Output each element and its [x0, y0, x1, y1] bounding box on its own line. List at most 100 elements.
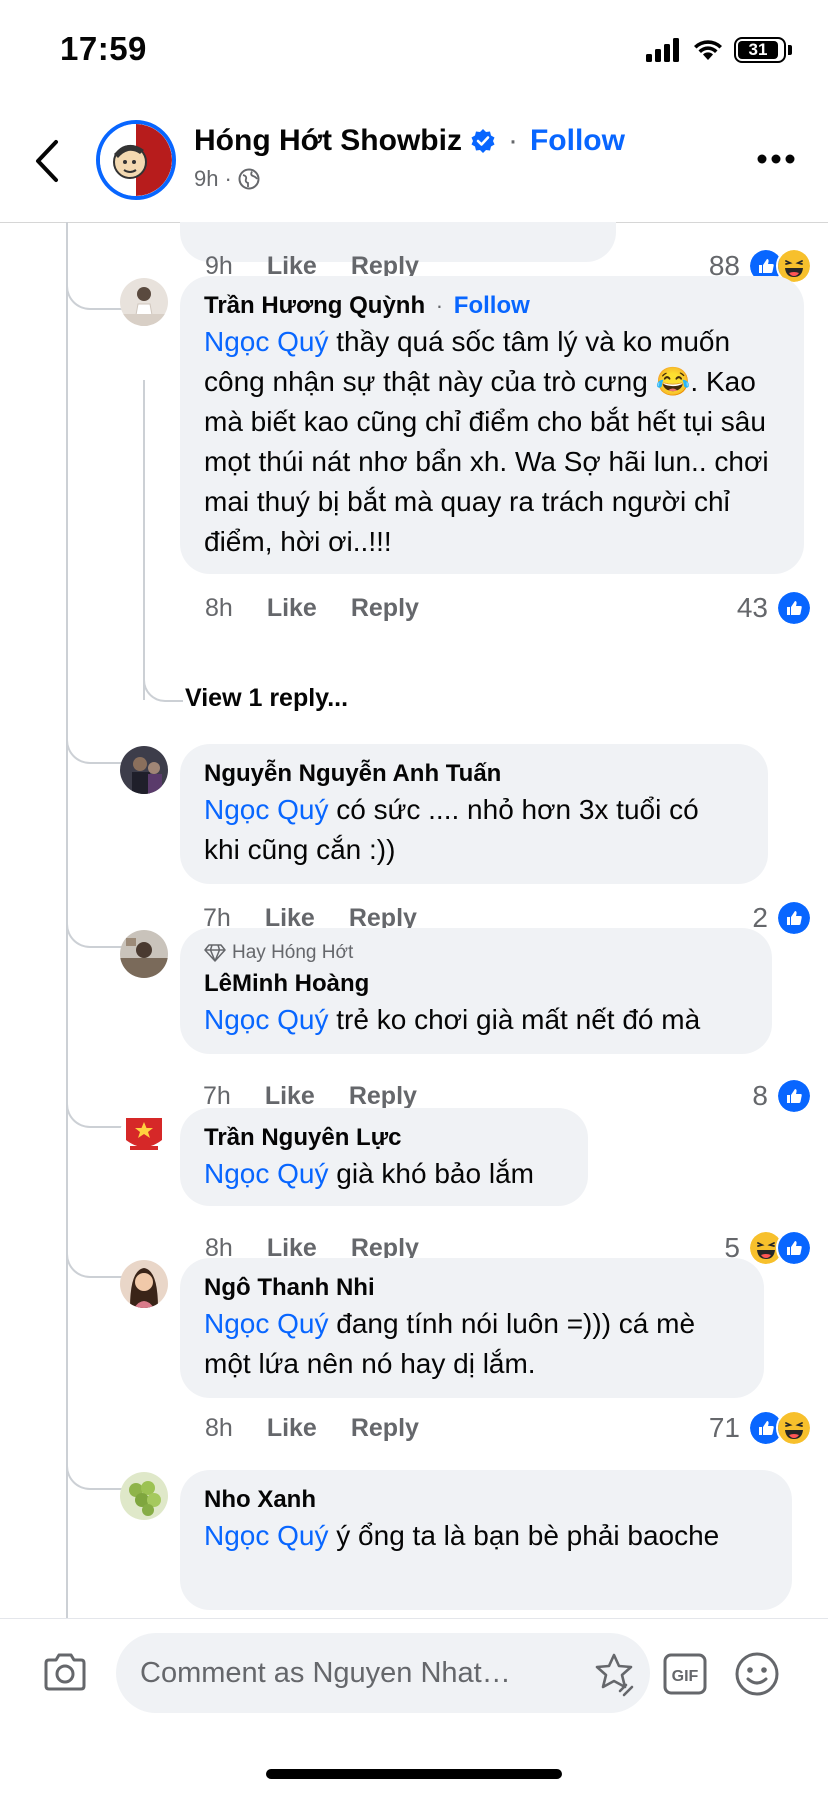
- like-button[interactable]: Like: [267, 1414, 317, 1443]
- author-name[interactable]: Ngô Thanh Nhi: [204, 1272, 738, 1304]
- comment-bubble: Nguyễn Nguyễn Anh Tuấn Ngọc Quý có sức .…: [180, 744, 768, 884]
- comment-actions: 8h Like Reply: [205, 594, 419, 623]
- comment-bubble: Ngô Thanh Nhi Ngọc Quý đang tính nói luô…: [180, 1258, 764, 1398]
- view-replies-link[interactable]: View 1 reply...: [185, 684, 348, 713]
- avatar[interactable]: [120, 1110, 168, 1158]
- comment-text: Ngọc Quý ý ổng ta là bạn bè phải baoche: [204, 1516, 766, 1556]
- avatar[interactable]: [120, 1260, 168, 1308]
- comment-bubble: Hay Hóng Hớt LêMinh Hoàng Ngọc Quý trẻ k…: [180, 928, 772, 1054]
- comment-body: thầy quá sốc tâm lý và ko muốn công nhận…: [204, 326, 769, 557]
- reaction-summary[interactable]: 71: [709, 1410, 812, 1446]
- mention-link[interactable]: Ngọc Quý: [204, 1308, 329, 1339]
- emoji-icon[interactable]: [734, 1651, 780, 1697]
- mention-link[interactable]: Ngọc Quý: [204, 1158, 329, 1189]
- verified-badge-icon: [471, 129, 495, 153]
- haha-reaction-icon: [776, 1410, 812, 1446]
- comment-bubble: Trần Nguyên Lực Ngọc Quý già khó bảo lắm: [180, 1108, 588, 1206]
- comment-actions: 7h Like Reply: [203, 1082, 417, 1111]
- mention-link[interactable]: Ngọc Quý: [204, 326, 329, 357]
- battery-icon: 31: [734, 37, 786, 63]
- mention-link[interactable]: Ngọc Quý: [204, 794, 329, 825]
- battery-level: 31: [738, 40, 778, 59]
- separator: ·: [507, 124, 518, 157]
- reply-button[interactable]: Reply: [351, 594, 419, 623]
- avatar[interactable]: [120, 278, 168, 326]
- reply-branch: [143, 660, 183, 702]
- reply-button[interactable]: Reply: [349, 1082, 417, 1111]
- comment-time[interactable]: 8h: [205, 1414, 233, 1443]
- reaction-count: 8: [752, 1080, 768, 1111]
- gif-label: GIF: [672, 1668, 699, 1685]
- mention-link[interactable]: Ngọc Quý: [204, 1004, 329, 1035]
- thread-branch: [66, 1238, 122, 1278]
- comment-author: Trần Hương Quỳnh · Follow: [204, 292, 530, 319]
- author-name[interactable]: Nguyễn Nguyễn Anh Tuấn: [204, 758, 742, 790]
- status-time: 17:59: [60, 30, 147, 67]
- avatar[interactable]: [120, 1472, 168, 1520]
- page-name[interactable]: Hóng Hớt Showbiz: [194, 124, 462, 158]
- comment-composer: GIF: [0, 1618, 828, 1793]
- like-reaction-icon: [776, 900, 812, 936]
- like-button[interactable]: Like: [267, 594, 317, 623]
- like-reaction-icon: [776, 590, 812, 626]
- reaction-count: 43: [736, 592, 768, 623]
- status-bar: 17:59 31: [0, 0, 828, 100]
- avatar[interactable]: [120, 746, 168, 794]
- comment-time[interactable]: 8h: [205, 594, 233, 623]
- diamond-icon: [204, 944, 226, 962]
- reply-button[interactable]: Reply: [351, 1414, 419, 1443]
- reply-rail: [143, 380, 145, 700]
- reaction-summary[interactable]: 2: [752, 900, 812, 936]
- comment-text: Ngọc Quý trẻ ko chơi già mất nết đó mà: [204, 1000, 746, 1040]
- gif-icon[interactable]: GIF: [663, 1653, 707, 1695]
- like-reaction-icon: [776, 1078, 812, 1114]
- signal-icon: [646, 38, 679, 62]
- post-meta: 9h ·: [194, 166, 260, 192]
- mention-link[interactable]: Ngọc Quý: [204, 1520, 329, 1551]
- comment-text: Ngọc Quý thầy quá sốc tâm lý và ko muốn …: [204, 322, 778, 562]
- author-name[interactable]: Nho Xanh: [204, 1484, 766, 1516]
- like-reaction-icon: [776, 1230, 812, 1266]
- comment-text: Ngọc Quý có sức .... nhỏ hơn 3x tuổi có …: [204, 790, 742, 870]
- like-button[interactable]: Like: [265, 1082, 315, 1111]
- more-options-icon[interactable]: [756, 152, 796, 166]
- camera-icon[interactable]: [42, 1651, 88, 1693]
- post-time[interactable]: 9h: [194, 166, 218, 192]
- thread-branch: [66, 1450, 122, 1490]
- meta-separator: ·: [224, 166, 232, 191]
- thread-branch: [66, 270, 122, 310]
- wifi-icon: [694, 40, 722, 60]
- comment-text: Ngọc Quý đang tính nói luôn =))) cá mè m…: [204, 1304, 738, 1384]
- thread-branch: [66, 1088, 122, 1128]
- comment-text: Ngọc Quý già khó bảo lắm: [204, 1154, 562, 1194]
- thread-branch: [66, 724, 122, 764]
- comment-input[interactable]: [116, 1633, 650, 1713]
- author-name[interactable]: Trần Hương Quỳnh: [204, 292, 425, 319]
- comment-bubble: Trần Hương Quỳnh · Follow Ngọc Quý thầy …: [180, 276, 804, 574]
- comment-thread: 9h Like Reply 88 Trần Hương Quỳnh · Foll…: [0, 222, 828, 1618]
- page-title: Hóng Hớt Showbiz · Follow: [194, 124, 625, 158]
- avatar[interactable]: [120, 930, 168, 978]
- comment-actions: 8h Like Reply: [205, 1414, 419, 1443]
- back-arrow-icon[interactable]: [30, 138, 66, 184]
- comment-body: trẻ ko chơi già mất nết đó mà: [328, 1004, 701, 1035]
- page-avatar[interactable]: [96, 120, 176, 200]
- author-name[interactable]: Trần Nguyên Lực: [204, 1122, 562, 1154]
- avatar-sticker-icon[interactable]: [590, 1651, 638, 1699]
- post-header: Hóng Hớt Showbiz · Follow 9h ·: [0, 100, 828, 223]
- follow-button[interactable]: Follow: [530, 124, 625, 158]
- reaction-count: 2: [752, 902, 768, 933]
- page-logo: [100, 124, 172, 196]
- follow-author-button[interactable]: Follow: [454, 292, 530, 319]
- badge-label: Hay Hóng Hớt: [232, 942, 354, 963]
- home-indicator: [266, 1769, 562, 1779]
- author-name[interactable]: LêMinh Hoàng: [204, 968, 746, 1000]
- status-icons: 31: [646, 33, 792, 67]
- comment-body: ý ổng ta là bạn bè phải baoche: [328, 1520, 720, 1551]
- reaction-count: 71: [708, 1412, 740, 1443]
- thread-branch: [66, 908, 122, 948]
- comment-time[interactable]: 7h: [203, 1082, 231, 1111]
- comment-body: già khó bảo lắm: [328, 1158, 534, 1189]
- reaction-summary[interactable]: 8: [752, 1078, 812, 1114]
- reaction-summary[interactable]: 43: [737, 590, 812, 626]
